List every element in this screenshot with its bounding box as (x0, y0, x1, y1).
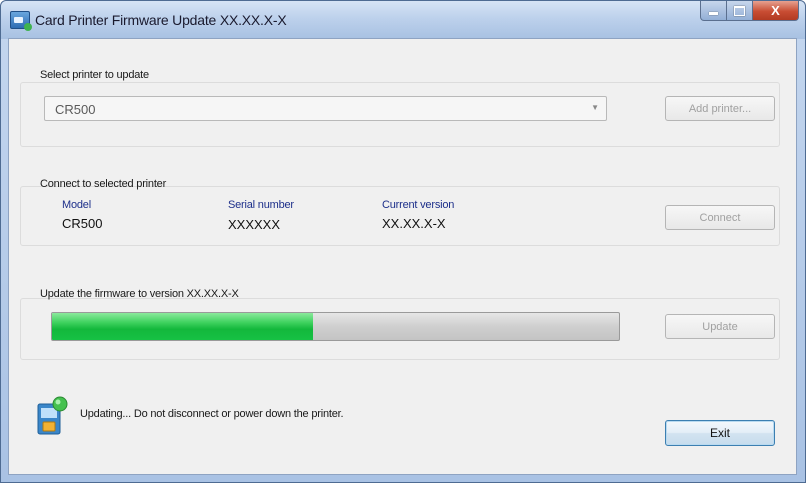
update-button[interactable]: Update (665, 314, 775, 339)
window-title: Card Printer Firmware Update XX.XX.X-X (35, 12, 287, 28)
current-version-header: Current version (382, 199, 455, 211)
firmware-update-icon (37, 396, 68, 435)
app-icon[interactable] (10, 11, 32, 31)
printer-dropdown-value: CR500 (55, 102, 96, 117)
connect-button[interactable]: Connect (665, 205, 775, 230)
update-firmware-label: Update the firmware to version XX.XX.X-X (40, 288, 239, 300)
current-version-value: XX.XX.X-X (382, 216, 446, 231)
printer-dropdown[interactable]: CR500 ▼ (44, 96, 607, 121)
add-printer-button[interactable]: Add printer... (665, 96, 775, 121)
maximize-button[interactable] (727, 1, 753, 21)
progress-bar-fill (52, 313, 313, 340)
update-progress-bar (51, 312, 620, 341)
minimize-icon (709, 12, 718, 15)
status-message: Updating... Do not disconnect or power d… (80, 408, 344, 420)
close-icon: X (771, 3, 780, 18)
connect-printer-label: Connect to selected printer (40, 178, 167, 190)
exit-button[interactable]: Exit (665, 420, 775, 446)
chevron-down-icon: ▼ (591, 103, 599, 112)
serial-number-header: Serial number (228, 199, 294, 211)
model-value: CR500 (62, 216, 103, 231)
minimize-button[interactable] (700, 1, 727, 21)
title-bar[interactable]: Card Printer Firmware Update XX.XX.X-X X (1, 1, 805, 39)
close-button[interactable]: X (753, 1, 799, 21)
maximize-icon (734, 5, 745, 16)
serial-number-value: XXXXXX (228, 217, 281, 232)
window-controls: X (700, 1, 799, 23)
select-printer-label: Select printer to update (40, 69, 149, 81)
model-header: Model (62, 199, 91, 211)
